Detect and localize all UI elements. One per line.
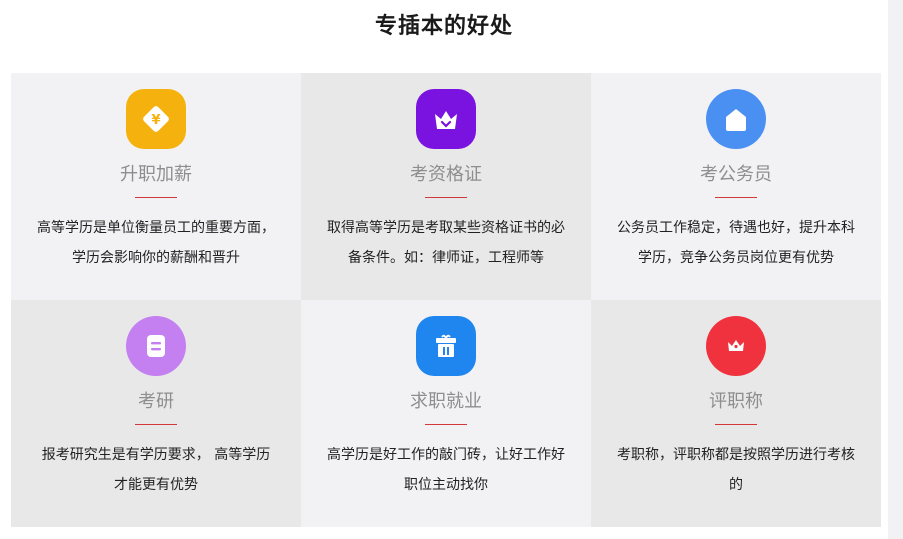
right-edge-panel: [888, 0, 903, 539]
card-title: 考资格证: [410, 164, 482, 185]
card-civil-servant: 考公务员 公务员工作稳定，待遇也好，提升本科学历，竞争公务员岗位更有优势: [591, 73, 881, 300]
card-title: 求职就业: [410, 391, 482, 412]
benefits-grid: ¥ 升职加薪 高等学历是单位衡量员工的重要方面，学历会影响你的薪酬和晋升 考资格…: [11, 73, 881, 527]
card-description: 高学历是好工作的敲门砖，让好工作好职位主动找你: [327, 447, 565, 493]
svg-text:¥: ¥: [151, 113, 160, 128]
title-divider: [715, 197, 757, 198]
card-certificate: 考资格证 取得高等学历是考取某些资格证书的必备条件。如：律师证，工程师等: [301, 73, 591, 300]
card-title: 评职称: [709, 391, 763, 412]
card-title: 考公务员: [700, 164, 772, 185]
card-description: 高等学历是单位衡量员工的重要方面，学历会影响你的薪酬和晋升: [37, 220, 275, 266]
section-title: 专插本的好处: [374, 14, 513, 39]
title-divider: [425, 197, 467, 198]
title-divider: [135, 197, 177, 198]
yen-diamond-icon: ¥: [126, 89, 186, 149]
card-employment: 求职就业 高学历是好工作的敲门砖，让好工作好职位主动找你: [301, 300, 591, 527]
card-description: 公务员工作稳定，待遇也好，提升本科学历，竞争公务员岗位更有优势: [617, 220, 855, 266]
house-icon: [706, 89, 766, 149]
card-description: 报考研究生是有学历要求， 高等学历才能更有优势: [41, 447, 271, 493]
document-icon: [126, 316, 186, 376]
card-promotion: ¥ 升职加薪 高等学历是单位衡量员工的重要方面，学历会影响你的薪酬和晋升: [11, 73, 301, 300]
card-description: 考职称，评职称都是按照学历进行考核的: [617, 447, 855, 493]
card-title: 考研: [138, 391, 174, 412]
crown-basket-icon: [416, 89, 476, 149]
card-title: 升职加薪: [120, 164, 192, 185]
crown-icon: [706, 316, 766, 376]
title-divider: [135, 424, 177, 425]
card-postgraduate: 考研 报考研究生是有学历要求， 高等学历才能更有优势: [11, 300, 301, 527]
gift-box-icon: [416, 316, 476, 376]
title-divider: [715, 424, 757, 425]
card-description: 取得高等学历是考取某些资格证书的必备条件。如：律师证，工程师等: [327, 220, 565, 266]
title-divider: [425, 424, 467, 425]
card-title-evaluation: 评职称 考职称，评职称都是按照学历进行考核的: [591, 300, 881, 527]
